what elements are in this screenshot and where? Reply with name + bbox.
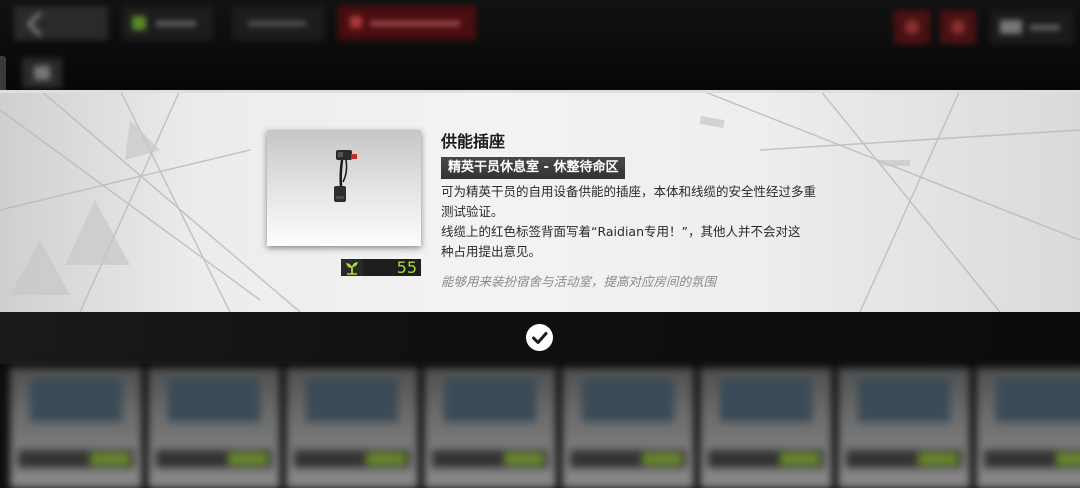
furniture-card[interactable] (286, 368, 418, 488)
top-menu-button[interactable] (232, 6, 324, 40)
home-button[interactable] (122, 6, 214, 40)
furniture-description: 可为精英干员的自用设备供能的插座，本体和线缆的安全性经过多重 测试验证。 线缆上… (441, 182, 851, 262)
furniture-card[interactable] (838, 368, 970, 488)
description-line: 线缆上的红色标签背面写着“Raidian专用！”，其他人并不会对这 (441, 224, 801, 239)
description-line: 可为精英干员的自用设备供能的插座，本体和线缆的安全性经过多重 (441, 184, 817, 199)
furniture-name: 供能插座 (441, 132, 506, 151)
top-red-button[interactable] (338, 6, 476, 40)
furniture-flavor-text: 能够用来装扮宿舍与活动室，提高对应房间的氛围 (441, 274, 717, 289)
furniture-list (0, 364, 1080, 488)
description-line: 种占用提出意见。 (441, 244, 542, 259)
top-bar (0, 0, 1080, 90)
top-right-button-1[interactable] (894, 10, 930, 44)
top-right-button-3[interactable] (990, 10, 1074, 44)
furniture-card[interactable] (10, 368, 142, 488)
checkmark-icon (532, 332, 548, 344)
furniture-detail-panel: 55 供能插座 精英干员休息室 - 休整待命区 可为精英干员的自用设备供能的插座… (0, 90, 1080, 312)
furniture-card[interactable] (148, 368, 280, 488)
furniture-card[interactable] (562, 368, 694, 488)
back-button[interactable] (14, 6, 108, 40)
furniture-card[interactable] (976, 368, 1080, 488)
furniture-set-tag: 精英干员休息室 - 休整待命区 (441, 157, 626, 179)
comfort-value: 55 (396, 258, 417, 277)
power-socket-icon (334, 150, 357, 202)
furniture-card[interactable] (700, 368, 832, 488)
plant-icon (341, 259, 363, 276)
furniture-card[interactable] (424, 368, 556, 488)
filter-button[interactable] (22, 58, 62, 88)
top-right-button-2[interactable] (940, 10, 976, 44)
furniture-thumbnail (267, 130, 421, 246)
description-line: 测试验证。 (441, 204, 504, 219)
comfort-badge: 55 (341, 259, 421, 276)
confirm-button[interactable] (526, 324, 553, 351)
